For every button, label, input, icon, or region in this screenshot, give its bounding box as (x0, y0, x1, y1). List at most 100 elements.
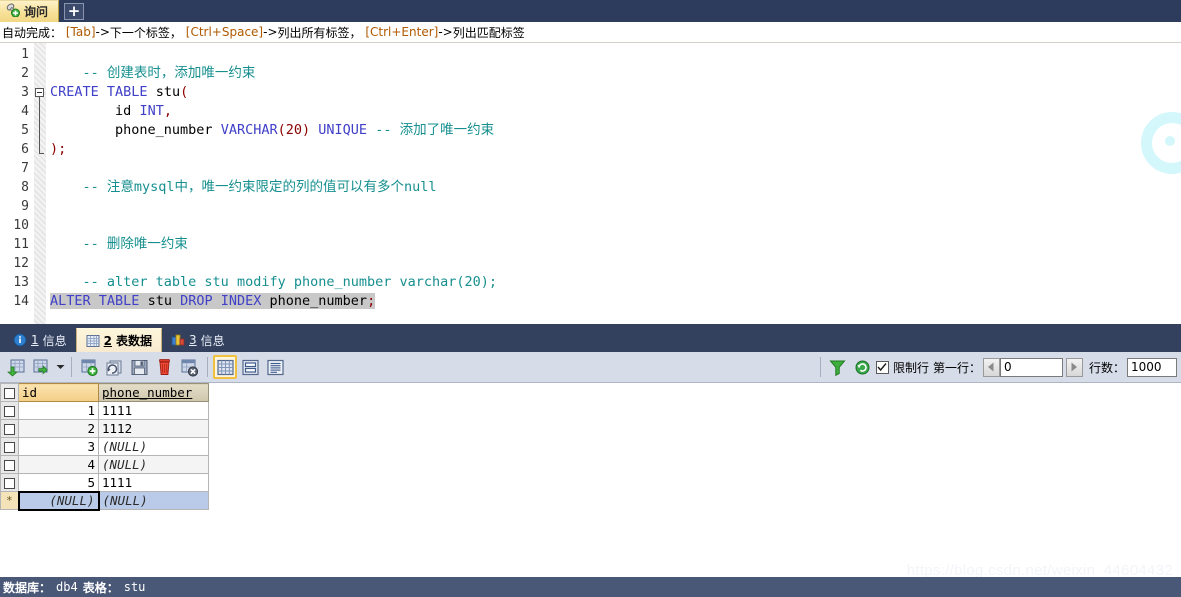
code-line-4: id INT, (50, 102, 1181, 121)
cell-phone-number[interactable]: (NULL) (98, 491, 209, 510)
cell-id[interactable]: 3 (18, 437, 99, 456)
tab-number: 1 (31, 333, 39, 347)
row-checkbox[interactable] (4, 406, 15, 417)
cell-id[interactable]: (NULL) (17, 490, 100, 511)
cell-id[interactable]: 1 (18, 401, 99, 420)
hint-arrow-tab: -> (95, 25, 110, 39)
sql-editor[interactable]: 1 2 3 4 5 6 7 8 9 10 11 12 13 14 -- 创建表时… (0, 43, 1181, 324)
grid-icon (86, 334, 100, 348)
query-tab-strip: 询问 + (0, 0, 1181, 22)
insert-row-button[interactable] (4, 355, 28, 379)
row-checkbox[interactable] (4, 478, 15, 489)
first-row-prev-button[interactable] (982, 357, 1000, 377)
row-selector[interactable] (0, 419, 19, 438)
grid-toolbar: 限制行 第一行： 0 行数： 1000 (0, 352, 1181, 383)
line-number: 7 (21, 161, 29, 176)
query-tab[interactable]: 询问 (0, 0, 60, 22)
tab-table-data-2[interactable]: 2 表数据 (75, 328, 163, 352)
comment-inline: -- 添加了唯一约束 (375, 122, 495, 138)
query-icon (5, 2, 20, 22)
text-view-button[interactable] (263, 355, 287, 379)
code-line-5: phone_number VARCHAR(20) UNIQUE -- 添加了唯一… (50, 121, 1181, 140)
hint-arrow-ctrl-enter: -> (438, 25, 453, 39)
keyword-index: INDEX (220, 293, 262, 309)
first-row-next-button[interactable] (1065, 357, 1083, 377)
fold-collapse-icon[interactable] (35, 88, 44, 97)
code-area[interactable]: -- 创建表时，添加唯一约束 CREATE TABLE stu( id INT,… (46, 43, 1181, 324)
keyword-int: INT (139, 103, 164, 119)
row-checkbox[interactable] (4, 460, 15, 471)
row-checkbox[interactable] (4, 424, 15, 435)
result-tab-strip: 1 信息 2 表数据 3 信息 (0, 324, 1181, 352)
cell-id[interactable]: 5 (18, 473, 99, 492)
refresh-record-button[interactable] (102, 355, 126, 379)
chevron-down-icon[interactable] (54, 355, 66, 379)
line-number: 6 (21, 142, 29, 157)
identifier-id: id (115, 103, 132, 119)
toolbar-separator (207, 357, 208, 377)
hint-key-tab: [Tab] (65, 25, 96, 39)
row-selector[interactable] (0, 455, 19, 474)
row-selector[interactable] (0, 401, 19, 420)
cell-phone-number[interactable]: 1111 (98, 401, 209, 420)
data-grid[interactable]: id phone_number 1 1111 2 1112 3 (NULL) 4… (0, 383, 1181, 577)
duplicate-row-button[interactable] (29, 355, 53, 379)
row-checkbox[interactable] (4, 442, 15, 453)
keyword-unique: UNIQUE (318, 122, 368, 138)
cell-phone-number[interactable]: (NULL) (98, 437, 209, 456)
info-icon (13, 333, 27, 347)
tab-info-1[interactable]: 1 信息 (4, 328, 76, 352)
hint-arrow-ctrl-space: -> (263, 25, 278, 39)
table-row[interactable]: 1 1111 (0, 401, 209, 420)
first-row-input[interactable]: 0 (999, 357, 1063, 377)
filter-funnel-icon[interactable] (826, 355, 850, 379)
grid-view-button[interactable] (213, 355, 237, 379)
line-number: 13 (13, 275, 29, 290)
row-count-input[interactable]: 1000 (1127, 357, 1177, 377)
identifier-phone-number2: phone_number (269, 293, 368, 309)
form-view-button[interactable] (238, 355, 262, 379)
cell-id[interactable]: 4 (18, 455, 99, 474)
new-record-row[interactable]: * (NULL) (NULL) (0, 490, 209, 511)
refresh-circular-icon[interactable] (851, 355, 875, 379)
new-record-button[interactable] (77, 355, 101, 379)
cell-phone-number[interactable]: 1112 (98, 419, 209, 438)
autocomplete-hint-bar: 自动完成： [Tab] -> 下一个标签， [Ctrl+Space] -> 列出… (0, 22, 1181, 43)
limit-rows-checkbox[interactable] (875, 360, 889, 374)
select-all-checkbox[interactable] (4, 388, 15, 399)
comment-token: -- 创建表时，添加唯一约束 (82, 65, 256, 81)
select-all-header[interactable] (0, 383, 19, 402)
row-selector[interactable] (0, 437, 19, 456)
column-header-phone-number[interactable]: phone_number (98, 383, 209, 402)
database-value: db4 (56, 580, 78, 594)
column-header-id[interactable]: id (18, 383, 99, 402)
table-row[interactable]: 3 (NULL) (0, 437, 209, 456)
line-number: 9 (21, 199, 29, 214)
tab-info-3[interactable]: 3 信息 (162, 328, 234, 352)
cell-phone-number[interactable]: (NULL) (98, 455, 209, 474)
cell-phone-number[interactable]: 1111 (98, 473, 209, 492)
code-folding-gutter[interactable] (34, 43, 46, 324)
close-paren-token: ); (50, 141, 67, 157)
delete-button[interactable] (152, 355, 176, 379)
comma-token: , (163, 103, 172, 119)
comment-token: -- 注意mysql中，唯一约束限定的列的值可以有多个null (82, 179, 437, 195)
line-number: 1 (21, 47, 29, 62)
new-tab-button[interactable]: + (64, 3, 85, 20)
code-line-13: -- alter table stu modify phone_number v… (50, 273, 1181, 292)
table-row[interactable]: 2 1112 (0, 419, 209, 438)
table-row[interactable]: 5 1111 (0, 473, 209, 492)
save-button[interactable] (127, 355, 151, 379)
hint-prefix: 自动完成： (2, 25, 63, 40)
tab-label: 信息 (200, 333, 225, 348)
cancel-button[interactable] (177, 355, 201, 379)
cell-id[interactable]: 2 (18, 419, 99, 438)
row-selector[interactable] (0, 473, 19, 492)
hint-key-ctrl-enter: [Ctrl+Enter] (365, 25, 439, 39)
hint-key-ctrl-space: [Ctrl+Space] (185, 25, 264, 39)
hint-action-tab: 下一个标签， (109, 25, 182, 40)
table-label: 表格： (82, 580, 119, 595)
table-row[interactable]: 4 (NULL) (0, 455, 209, 474)
